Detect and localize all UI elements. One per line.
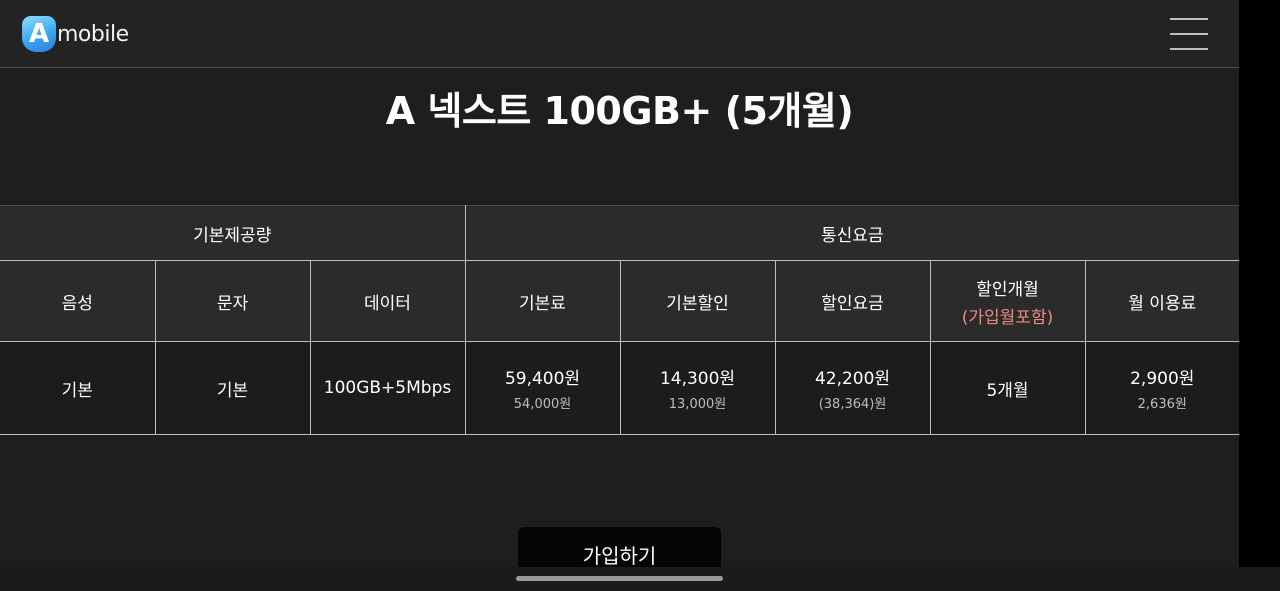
table-row: 기본 기본 100GB+5Mbps 59,400원 54,000원 14,300… bbox=[0, 341, 1240, 435]
discount-fee-sub-value: (38,364)원 bbox=[818, 397, 887, 412]
hamburger-menu-icon[interactable] bbox=[1170, 18, 1208, 50]
logo-text: mobile bbox=[57, 21, 129, 47]
base-fee-sub-value: 54,000원 bbox=[513, 397, 572, 412]
base-discount-value: 14,300원 bbox=[659, 369, 736, 389]
cell-base-discount: 14,300원 13,000원 bbox=[619, 341, 776, 435]
col-header-sms: 문자 bbox=[154, 260, 311, 342]
col-header-discount-months-note: (가입월포함) bbox=[961, 307, 1054, 328]
group-header-basic-offer: 기본제공량 bbox=[0, 205, 466, 261]
col-header-discount-months-label: 할인개월 bbox=[976, 279, 1039, 300]
col-header-discount-fee: 할인요금 bbox=[774, 260, 931, 342]
col-header-base-discount: 기본할인 bbox=[619, 260, 776, 342]
col-header-base-fee: 기본료 bbox=[464, 260, 621, 342]
base-fee-value: 59,400원 bbox=[504, 369, 581, 389]
col-header-discount-months: 할인개월 (가입월포함) bbox=[929, 260, 1086, 342]
page-title: A 넥스트 100GB+ (5개월) bbox=[385, 89, 854, 133]
right-edge-strip bbox=[1239, 0, 1280, 591]
system-nav-bar bbox=[0, 567, 1280, 591]
menu-line bbox=[1170, 18, 1208, 20]
menu-line bbox=[1170, 33, 1208, 35]
page: A mobile A 넥스트 100GB+ (5개월) 기본제공량 통신요금 음… bbox=[0, 0, 1240, 591]
header: A mobile bbox=[0, 0, 1239, 68]
cell-discount-fee: 42,200원 (38,364)원 bbox=[774, 341, 931, 435]
col-header-monthly-fee: 월 이용료 bbox=[1084, 260, 1240, 342]
logo-mark-icon: A bbox=[22, 16, 56, 52]
group-header-fees: 통신요금 bbox=[464, 205, 1240, 261]
base-discount-sub-value: 13,000원 bbox=[668, 397, 727, 412]
nav-gesture-handle[interactable] bbox=[516, 576, 723, 581]
cell-discount-months: 5개월 bbox=[929, 341, 1086, 435]
col-header-voice: 음성 bbox=[0, 260, 156, 342]
plan-table: 기본제공량 통신요금 음성 문자 데이터 기본료 기본할인 할인요금 할인개월 … bbox=[0, 205, 1240, 435]
cell-sms: 기본 bbox=[154, 341, 311, 435]
cell-base-fee: 59,400원 54,000원 bbox=[464, 341, 621, 435]
monthly-fee-value: 2,900원 bbox=[1130, 369, 1195, 389]
cell-data: 100GB+5Mbps bbox=[309, 341, 466, 435]
logo[interactable]: A mobile bbox=[22, 14, 129, 54]
col-header-data: 데이터 bbox=[309, 260, 466, 342]
cell-monthly-fee: 2,900원 2,636원 bbox=[1084, 341, 1240, 435]
cell-voice: 기본 bbox=[0, 341, 156, 435]
monthly-fee-sub-value: 2,636원 bbox=[1137, 397, 1187, 412]
discount-fee-value: 42,200원 bbox=[814, 369, 891, 389]
menu-line bbox=[1170, 48, 1208, 50]
